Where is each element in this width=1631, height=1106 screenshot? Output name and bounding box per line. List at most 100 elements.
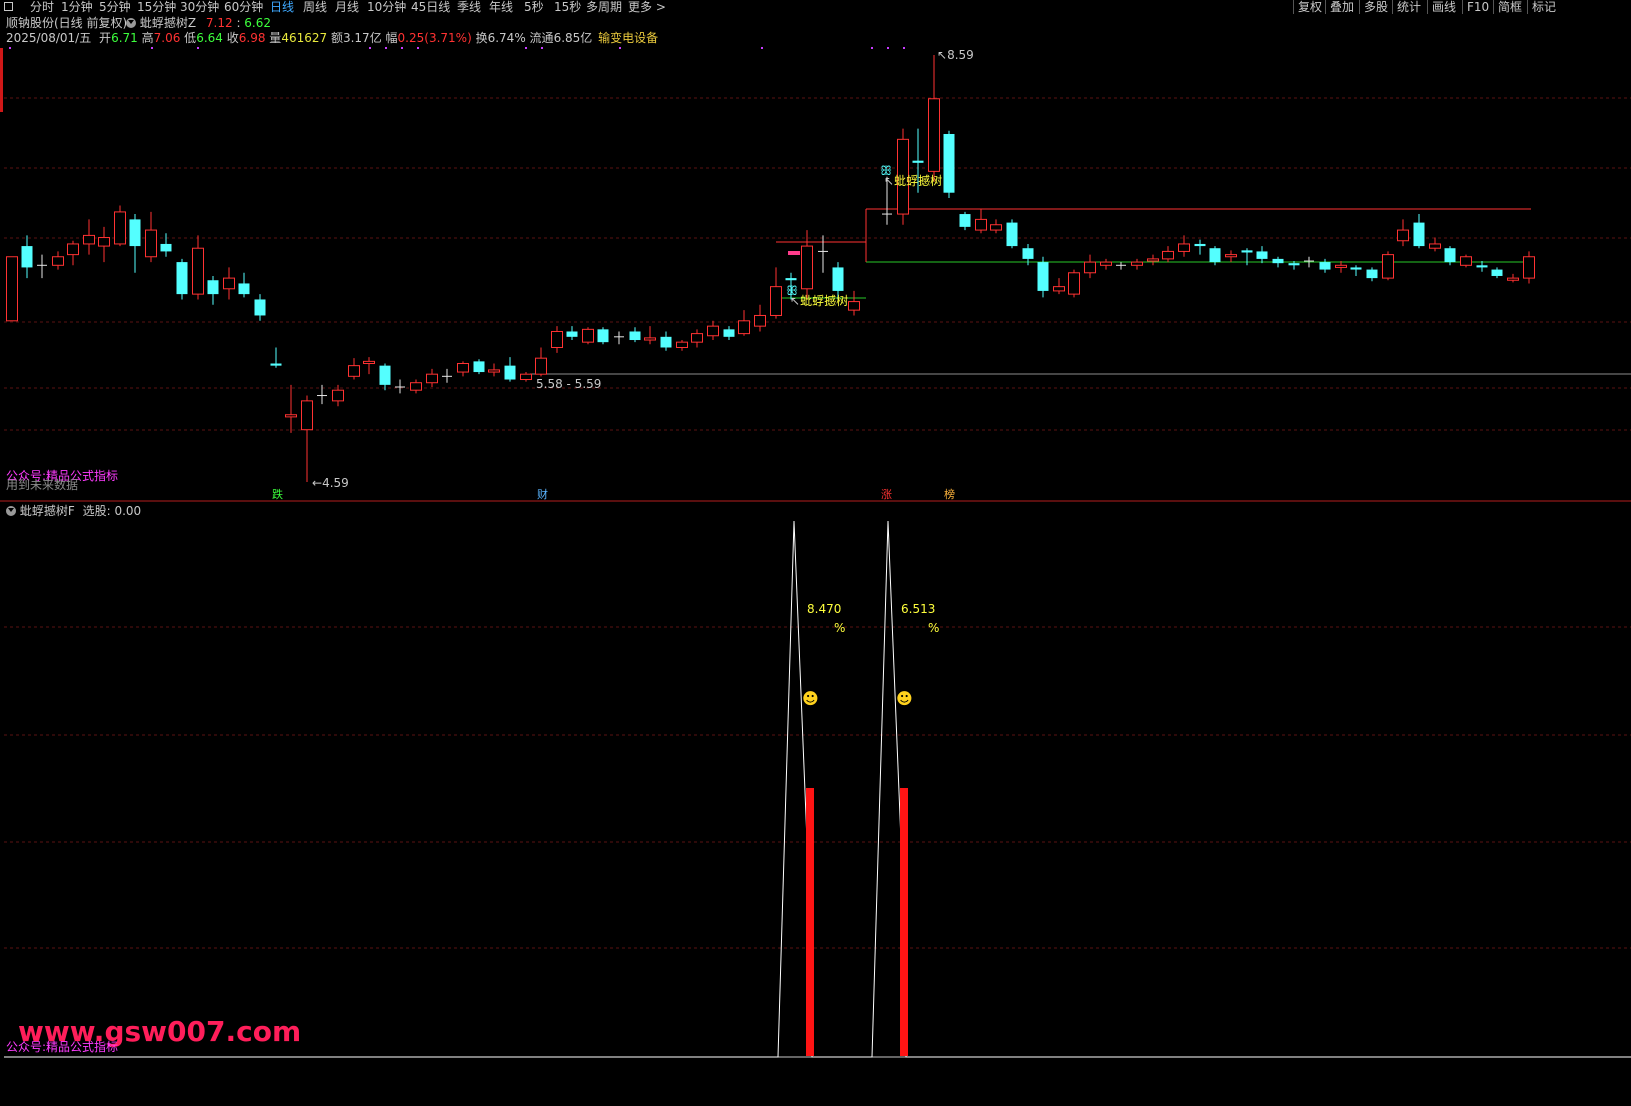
candlestick xyxy=(1116,262,1126,270)
candlestick xyxy=(426,368,438,387)
candlestick xyxy=(160,233,172,257)
candle-body-down xyxy=(176,262,188,295)
candlestick xyxy=(473,359,485,375)
candlestick xyxy=(363,357,375,375)
candle-body-up xyxy=(1178,243,1190,252)
candle-body-down xyxy=(1194,243,1206,247)
event-marker-list[interactable]: 榜 xyxy=(944,488,955,502)
smiley-icon: ☻ xyxy=(802,689,819,708)
candle-body-down xyxy=(21,246,33,268)
event-marker-fall[interactable]: 跌 xyxy=(272,488,283,502)
candle-body-up xyxy=(488,369,500,373)
signal-dot xyxy=(417,47,419,49)
signal-dot xyxy=(151,47,153,49)
candle-body-down xyxy=(1022,248,1034,259)
candlestick xyxy=(98,226,110,263)
candle-body-up xyxy=(1507,277,1519,281)
candlestick xyxy=(442,368,452,383)
candle-body-down xyxy=(504,365,516,380)
candlestick xyxy=(254,294,266,321)
event-marker-rise[interactable]: 涨 xyxy=(881,488,892,502)
sub-indicator-header[interactable]: 蚍蜉撼树F 选股: 0.00 xyxy=(6,504,141,518)
candlestick xyxy=(754,304,766,332)
range-label: 5.58 - 5.59 xyxy=(536,377,602,391)
candlestick xyxy=(1382,251,1394,281)
candlestick xyxy=(660,331,672,351)
signal-dot xyxy=(887,47,889,49)
candle-body-down xyxy=(1209,248,1221,263)
future-data-note: 用到未来数据 xyxy=(6,478,79,492)
candlestick xyxy=(114,205,126,247)
select-value: 0.00 xyxy=(114,504,142,518)
signal-dot xyxy=(197,47,199,49)
smiley-icon: ☻ xyxy=(896,689,913,708)
candlestick xyxy=(1366,267,1378,282)
candle-body-up xyxy=(1460,256,1472,266)
candle-body-down xyxy=(160,243,172,252)
candle-body-up xyxy=(83,234,95,245)
candlestick xyxy=(1037,256,1049,298)
candle-body-up xyxy=(1068,272,1080,295)
candlestick xyxy=(1476,261,1488,272)
candlestick xyxy=(1413,214,1425,249)
peak-2-percent: % xyxy=(928,621,940,635)
candlestick xyxy=(1397,219,1409,247)
candle-body-up xyxy=(1053,286,1065,292)
candle-body-down xyxy=(959,214,971,227)
event-marker-finance[interactable]: 财 xyxy=(537,488,548,502)
candlestick xyxy=(1523,251,1535,284)
signal-dot xyxy=(369,47,371,49)
sub-indicator-name: 蚍蜉撼树F xyxy=(19,504,75,518)
select-label: 选股: xyxy=(82,504,111,518)
candlestick xyxy=(285,384,297,433)
candlestick xyxy=(348,358,360,380)
candle-body-up xyxy=(285,414,297,418)
sub-dropdown-circle-icon[interactable] xyxy=(6,506,16,516)
candlestick xyxy=(1429,237,1441,252)
candle-body-up xyxy=(348,365,360,377)
candle-body-up xyxy=(1225,254,1237,258)
candlestick xyxy=(1006,219,1018,249)
candlestick xyxy=(457,361,469,377)
candle-body-up xyxy=(6,256,18,322)
candle-body-up xyxy=(223,277,235,290)
candlestick xyxy=(676,340,688,351)
candle-body-up xyxy=(644,337,656,341)
candle-body-down xyxy=(1272,258,1284,264)
pink-marker xyxy=(788,251,800,255)
candle-body-up xyxy=(691,333,703,343)
candlestick xyxy=(723,326,735,341)
candle-body-up xyxy=(1131,261,1143,266)
candle-body-up xyxy=(426,373,438,384)
candle-body-down xyxy=(597,329,609,343)
candlestick xyxy=(52,251,64,270)
candlestick xyxy=(395,379,405,394)
candle-body-up xyxy=(410,382,422,391)
candle-body-up xyxy=(676,341,688,348)
candle-body-up xyxy=(1523,256,1535,279)
candlestick xyxy=(270,347,282,368)
candle-body-down xyxy=(238,283,250,295)
candle-body-down xyxy=(832,267,844,291)
candle-body-down xyxy=(629,331,641,341)
candle-body-down xyxy=(1444,248,1456,263)
candle-body-up xyxy=(67,243,79,256)
candlestick xyxy=(1178,235,1190,257)
candle-body-down xyxy=(270,363,282,366)
candle-body-up xyxy=(770,286,782,316)
signal-bar xyxy=(900,788,908,1056)
candlestick-series xyxy=(6,55,1535,482)
candlestick xyxy=(488,363,500,377)
candlestick xyxy=(83,219,95,255)
candle-body-down xyxy=(1288,263,1300,266)
candle-body-up xyxy=(582,328,594,343)
candle-body-down xyxy=(1241,250,1253,253)
candlestick xyxy=(223,267,235,300)
signal-bar xyxy=(806,788,814,1056)
candle-body-up xyxy=(738,320,750,335)
candlestick xyxy=(1256,246,1268,264)
candlestick xyxy=(67,240,79,266)
chart-canvas[interactable]: ꕥꕥ xyxy=(0,0,1631,1106)
candle-body-up xyxy=(145,229,157,258)
candle-body-up xyxy=(707,325,719,337)
